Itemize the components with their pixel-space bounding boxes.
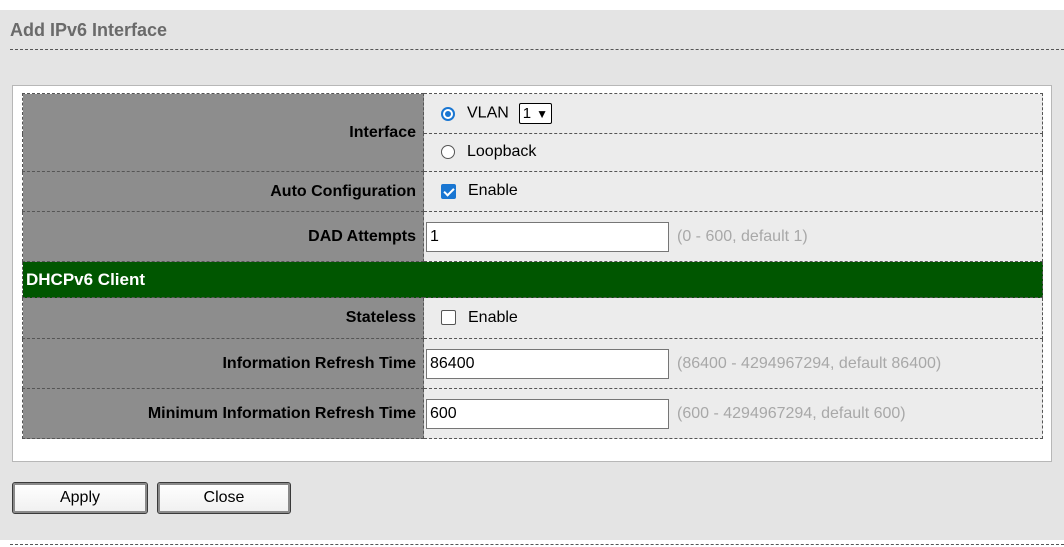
stateless-enable-label: Enable	[468, 308, 518, 326]
title-divider	[10, 49, 1064, 50]
min-info-refresh-label: Minimum Information Refresh Time	[22, 388, 424, 439]
info-refresh-hint: (86400 - 4294967294, default 86400)	[677, 354, 942, 372]
apply-button[interactable]: Apply	[12, 482, 148, 514]
ipv6-interface-form: Interface VLAN 1 ▼ Loopback Auto Configura…	[22, 93, 1043, 439]
loopback-option[interactable]: Loopback	[423, 133, 1043, 172]
dhcpv6-section-header: DHCPv6 Client	[22, 261, 1043, 298]
dhcpv6-section-row: DHCPv6 Client	[22, 261, 1043, 298]
page: Add IPv6 Interface Interface VLAN 1 ▼ Loop…	[0, 0, 1064, 547]
info-refresh-cell: 86400 (86400 - 4294967294, default 86400)	[423, 338, 1043, 389]
vlan-option[interactable]: VLAN 1 ▼	[423, 93, 1043, 134]
stateless-checkbox[interactable]	[441, 310, 456, 326]
min-info-refresh-input[interactable]: 600	[426, 398, 669, 429]
auto-configuration-enable-label: Enable	[468, 182, 518, 200]
min-info-refresh-row: Minimum Information Refresh Time 600 (600…	[22, 388, 1043, 439]
vlan-label: VLAN	[467, 104, 509, 122]
chevron-down-icon: ▼	[536, 107, 549, 121]
min-info-refresh-hint: (600 - 4294967294, default 600)	[677, 404, 906, 422]
stateless-option[interactable]: Enable	[423, 297, 1043, 339]
info-refresh-input[interactable]: 86400	[426, 348, 669, 379]
page-title: Add IPv6 Interface	[10, 20, 168, 40]
dad-attempts-hint: (0 - 600, default 1)	[677, 227, 808, 245]
dad-attempts-cell: 1 (0 - 600, default 1)	[423, 211, 1043, 262]
min-info-refresh-cell: 600 (600 - 4294967294, default 600)	[423, 388, 1043, 439]
info-refresh-label: Information Refresh Time	[22, 338, 424, 389]
vlan-radio[interactable]	[441, 106, 455, 121]
bottom-divider	[10, 544, 1064, 545]
dad-attempts-row: DAD Attempts 1 (0 - 600, default 1)	[22, 211, 1043, 262]
loopback-label: Loopback	[467, 143, 537, 161]
interface-row: Interface VLAN 1 ▼	[22, 93, 1043, 172]
auto-configuration-option[interactable]: Enable	[423, 171, 1043, 212]
auto-configuration-label: Auto Configuration	[22, 171, 424, 212]
interface-label: Interface	[22, 93, 424, 172]
vlan-select-value: 1	[522, 105, 532, 122]
auto-configuration-row: Auto Configuration Enable	[22, 171, 1043, 212]
vlan-select[interactable]: 1 ▼	[518, 103, 553, 124]
dad-attempts-label: DAD Attempts	[22, 211, 424, 262]
stateless-label: Stateless	[22, 297, 424, 339]
info-refresh-row: Information Refresh Time 86400 (86400 - 4…	[22, 338, 1043, 389]
auto-configuration-checkbox[interactable]	[441, 183, 456, 199]
stateless-row: Stateless Enable	[22, 297, 1043, 339]
dad-attempts-input[interactable]: 1	[426, 221, 669, 252]
close-button[interactable]: Close	[157, 482, 291, 514]
loopback-radio[interactable]	[441, 145, 455, 160]
